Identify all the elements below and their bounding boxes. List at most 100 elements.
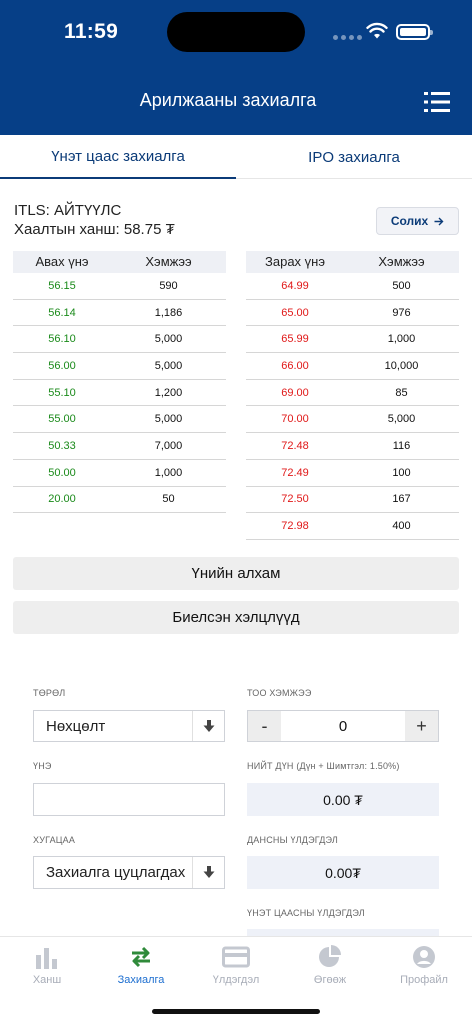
bid-price-header: Авах үнэ — [35, 254, 89, 269]
duration-label: ХУГАЦАА — [33, 835, 76, 845]
ask-qty-header: Хэмжээ — [378, 254, 425, 269]
table-row[interactable]: 20.00 50 — [13, 487, 226, 514]
tab-ipo-order[interactable]: IPO захиалга — [236, 135, 472, 179]
ask-qty: 100 — [392, 466, 411, 479]
order-tabs: Үнэт цаас захиалга IPO захиалга — [0, 135, 472, 179]
camera-notch — [167, 12, 305, 52]
pie-chart-icon — [319, 945, 341, 967]
bid-price: 56.15 — [48, 279, 76, 292]
bid-qty: 1,186 — [154, 306, 183, 319]
type-label: ТӨРӨЛ — [33, 688, 66, 698]
price-step-button[interactable]: Үнийн алхам — [13, 557, 459, 590]
table-row[interactable]: 50.33 7,000 — [13, 433, 226, 460]
nav-item-orders[interactable]: Захиалга — [94, 945, 188, 986]
bid-price: 56.00 — [48, 359, 76, 372]
price-input[interactable] — [33, 783, 225, 816]
quantity-label: ТОО ХЭМЖЭЭ — [247, 688, 312, 698]
quantity-stepper: - 0 + — [247, 710, 439, 742]
table-row[interactable]: 55.00 5,000 — [13, 406, 226, 434]
nav-label: Өгөөж — [313, 974, 347, 986]
list-menu-icon[interactable] — [424, 90, 450, 114]
nav-item-rates[interactable]: Ханш — [0, 945, 94, 986]
table-row[interactable]: 72.48 116 — [246, 433, 459, 460]
increment-button[interactable]: + — [405, 711, 438, 741]
ask-price: 64.99 — [281, 279, 309, 292]
order-type-select[interactable]: Нөхцөлт — [33, 710, 225, 742]
ask-qty: 116 — [392, 439, 411, 452]
order-type-value: Нөхцөлт — [46, 717, 106, 735]
wifi-icon — [366, 22, 388, 39]
table-row[interactable]: 65.00 976 — [246, 300, 459, 327]
ask-price: 69.00 — [281, 386, 309, 399]
securities-balance-label: ҮНЭТ ЦААСНЫ ҮЛДЭГДЭЛ — [247, 908, 365, 918]
table-row[interactable]: 55.10 1,200 — [13, 380, 226, 407]
bid-price: 50.33 — [48, 439, 76, 452]
app-screen: 11:59 Арилжааны захиалга Үнэт цаас захиа… — [0, 0, 472, 1024]
table-row[interactable]: 50.00 1,000 — [13, 460, 226, 487]
table-row[interactable]: 56.10 5,000 — [13, 326, 226, 354]
signal-icon — [333, 35, 362, 40]
close-price: Хаалтын ханш: 58.75 ₮ — [14, 221, 175, 238]
table-row[interactable]: 56.15 590 — [13, 273, 226, 300]
table-row[interactable]: 56.00 5,000 — [13, 353, 226, 380]
table-row[interactable]: 70.00 5,000 — [246, 406, 459, 434]
home-indicator[interactable] — [152, 1009, 320, 1014]
bid-table: Авах үнэ Хэмжээ 56.15 590 56.14 1,186 56.1… — [13, 251, 226, 514]
quantity-value[interactable]: 0 — [281, 711, 405, 741]
table-row[interactable]: 56.14 1,186 — [13, 300, 226, 327]
table-row[interactable]: 69.00 85 — [246, 380, 459, 407]
ask-price: 65.99 — [281, 333, 309, 346]
total-label: НИЙТ ДҮН (Дүн + Шимтгэл: 1.50%) — [247, 761, 400, 771]
ask-table-header: Зарах үнэ Хэмжээ — [246, 251, 459, 273]
stock-name: ITLS: АЙТҮҮЛС — [14, 202, 122, 219]
nav-item-balance[interactable]: Үлдэгдэл — [189, 945, 283, 986]
executed-trades-button[interactable]: Биелсэн хэлцлүүд — [13, 601, 459, 634]
nav-item-profile[interactable]: Профайл — [377, 945, 471, 986]
nav-label: Ханш — [32, 974, 62, 986]
download-arrow-icon — [192, 857, 224, 888]
ask-price: 72.49 — [281, 466, 309, 479]
table-row[interactable]: 66.00 10,000 — [246, 353, 459, 380]
duration-select[interactable]: Захиалга цуцлагдах — [33, 856, 225, 889]
price-label: ҮНЭ — [33, 761, 52, 771]
swap-arrows-icon — [132, 946, 150, 968]
bid-price: 55.00 — [48, 413, 76, 426]
header-bar: 11:59 Арилжааны захиалга — [0, 0, 472, 135]
bid-qty: 7,000 — [154, 439, 183, 452]
ask-price: 65.00 — [281, 306, 309, 319]
card-icon — [222, 946, 250, 968]
table-row[interactable]: 72.98 400 — [246, 513, 459, 540]
battery-icon — [396, 24, 433, 40]
nav-item-returns[interactable]: Өгөөж — [283, 945, 377, 986]
bid-qty: 5,000 — [154, 333, 183, 346]
bid-table-header: Авах үнэ Хэмжээ — [13, 251, 226, 273]
ask-qty: 5,000 — [387, 413, 416, 426]
table-row[interactable]: 72.50 167 — [246, 487, 459, 514]
bid-qty-header: Хэмжээ — [145, 254, 192, 269]
ask-price: 72.50 — [281, 493, 309, 506]
nav-label: Үлдэгдэл — [212, 974, 260, 986]
table-row[interactable]: 65.99 1,000 — [246, 326, 459, 354]
tab-securities-order[interactable]: Үнэт цаас захиалга — [0, 135, 236, 179]
table-row[interactable]: 72.49 100 — [246, 460, 459, 487]
bid-price: 20.00 — [48, 493, 76, 506]
ask-qty: 976 — [392, 306, 411, 319]
ask-price: 72.48 — [281, 439, 309, 452]
download-arrow-icon — [192, 711, 224, 741]
bid-price: 55.10 — [48, 386, 76, 399]
bid-price: 56.10 — [48, 333, 76, 346]
duration-value: Захиалга цуцлагдах — [46, 864, 186, 881]
ask-qty: 500 — [392, 279, 411, 292]
table-row[interactable]: 64.99 500 — [246, 273, 459, 300]
nav-label: Профайл — [400, 974, 448, 986]
page-title: Арилжааны захиалга — [139, 90, 317, 110]
account-balance-label: ДАНСНЫ ҮЛДЭГДЭЛ — [247, 835, 338, 845]
ask-qty: 1,000 — [387, 333, 416, 346]
account-balance-value: 0.00₮ — [247, 856, 439, 889]
change-stock-button[interactable]: Солих — [376, 207, 459, 235]
ask-qty: 400 — [392, 520, 411, 533]
arrow-right-icon — [434, 217, 444, 225]
decrement-button[interactable]: - — [248, 711, 281, 741]
change-button-label: Солих — [390, 214, 429, 228]
ask-qty: 85 — [395, 386, 408, 399]
